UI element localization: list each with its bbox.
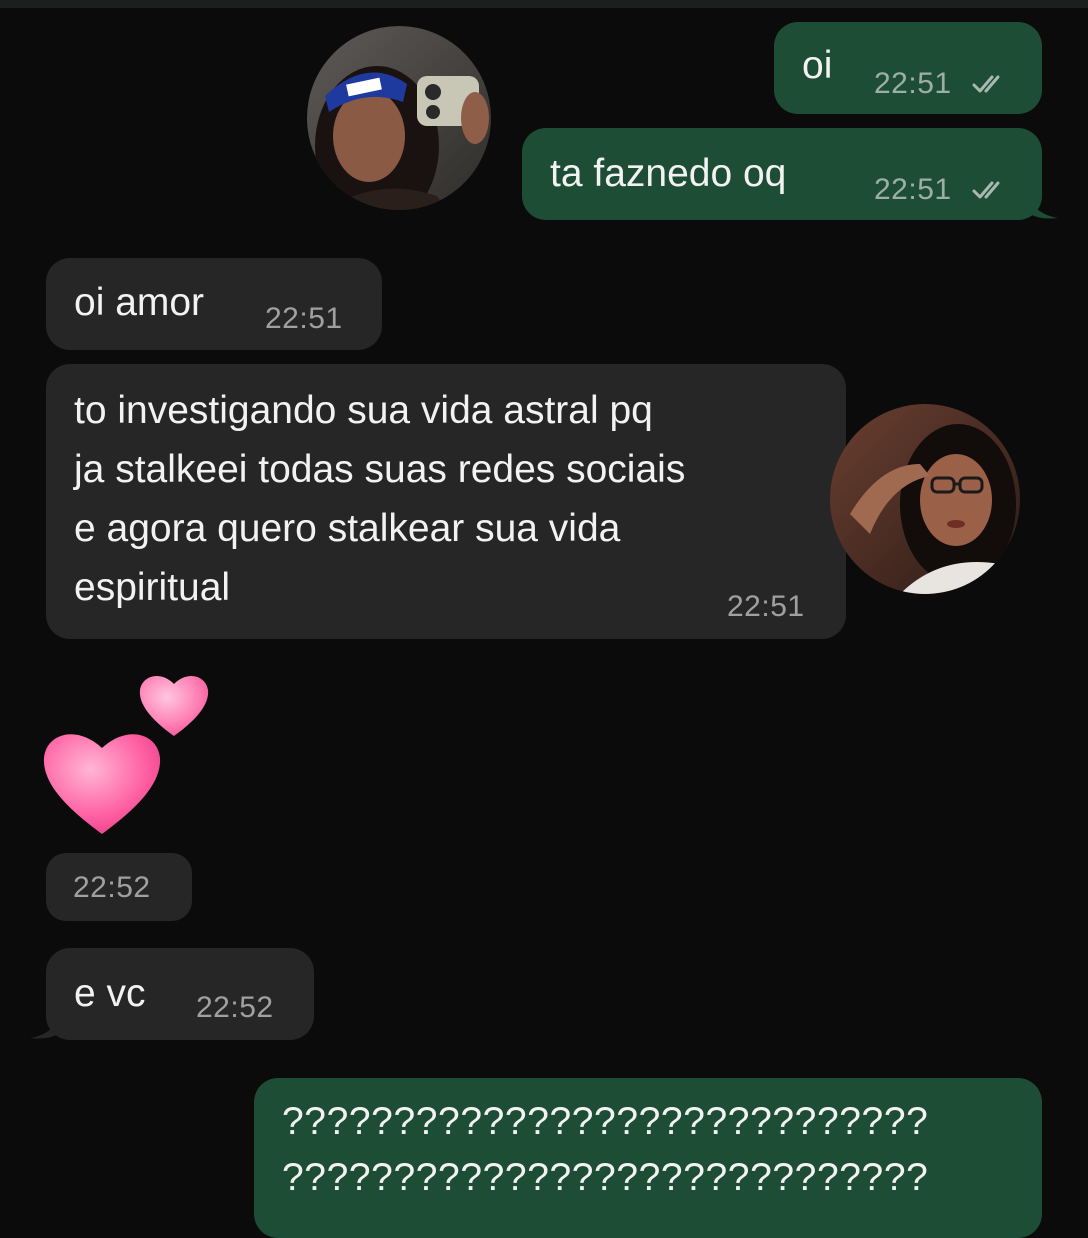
message-time: 22:52 — [73, 871, 151, 904]
message-outgoing-1[interactable]: oi 22:51 — [774, 22, 1042, 114]
message-time: 22:51 — [265, 302, 343, 335]
message-text: oi amor — [74, 281, 205, 324]
bubble-tail-incoming — [30, 1016, 58, 1039]
two-hearts-icon — [43, 676, 209, 834]
message-text: ta faznedo oq — [550, 152, 787, 195]
top-edge — [0, 0, 1088, 8]
message-line: e agora quero stalkear sua vida — [74, 507, 621, 550]
double-check-icon — [972, 181, 1000, 199]
avatar-photo-icon — [830, 404, 1020, 594]
message-line: ????????????????????????????? — [282, 1100, 929, 1143]
message-time: 22:51 — [874, 67, 952, 100]
double-check-icon — [972, 75, 1000, 93]
message-line: espiritual — [74, 566, 231, 609]
message-incoming-4[interactable]: e vc 22:52 — [46, 948, 314, 1040]
message-time: 22:52 — [196, 991, 274, 1024]
message-outgoing-2[interactable]: ta faznedo oq 22:51 — [522, 128, 1042, 220]
message-time: 22:51 — [874, 173, 952, 206]
message-line: to investigando sua vida astral pq — [74, 389, 653, 432]
avatar-sticker-1 — [307, 26, 491, 210]
avatar-sticker-2 — [830, 404, 1020, 594]
message-time: 22:51 — [727, 590, 805, 623]
avatar-photo-icon — [307, 26, 491, 210]
message-incoming-1[interactable]: oi amor 22:51 — [46, 258, 382, 350]
message-text: oi — [802, 44, 833, 87]
message-line: ja stalkeei todas suas redes sociais — [74, 448, 686, 491]
message-incoming-2[interactable]: to investigando sua vida astral pq ja st… — [46, 364, 846, 639]
message-outgoing-3[interactable]: ????????????????????????????? ??????????… — [254, 1078, 1042, 1238]
bubble-tail-outgoing — [1030, 196, 1058, 219]
message-line: ????????????????????????????? — [282, 1156, 929, 1199]
message-text: e vc — [74, 972, 146, 1015]
message-incoming-3-time[interactable]: 22:52 — [46, 853, 192, 921]
